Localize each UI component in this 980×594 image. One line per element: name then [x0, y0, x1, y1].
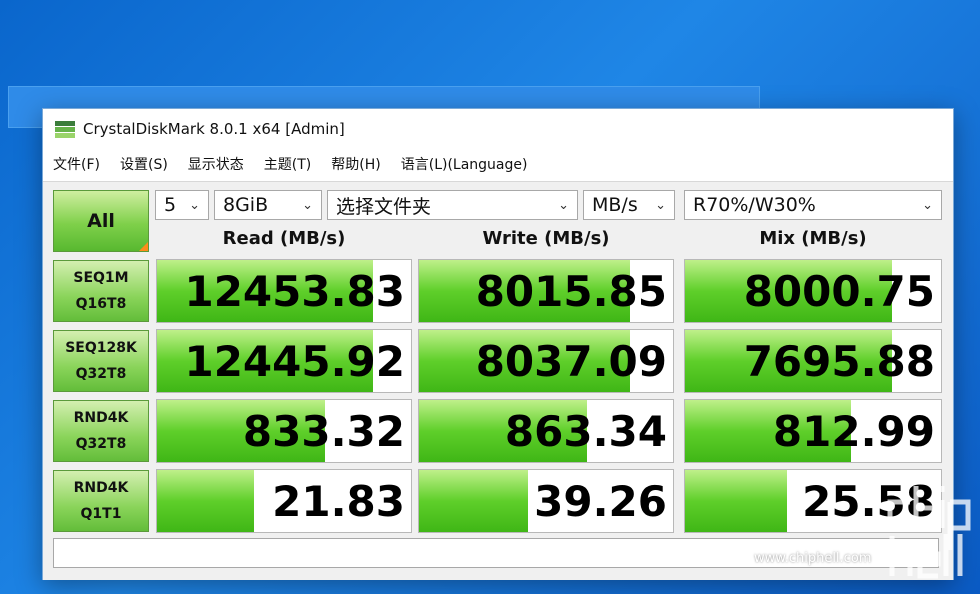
unit-value: MB/s	[592, 194, 638, 216]
result-cell-read: 12445.92	[156, 329, 412, 393]
mix-column-header: Mix (MB/s)	[759, 228, 867, 249]
result-cell-mix: 7695.88	[684, 329, 942, 393]
chevron-down-icon: ⌄	[922, 198, 933, 213]
test-params: Q1T1	[80, 506, 122, 522]
all-corner-marker	[139, 242, 148, 251]
result-cell-mix: 8000.75	[684, 259, 942, 323]
test-button-rnd4k-q1t1[interactable]: RND4K Q1T1	[53, 470, 149, 532]
count-value: 5	[164, 194, 177, 216]
all-button-label: All	[87, 210, 115, 232]
result-cell-read: 12453.83	[156, 259, 412, 323]
test-params: Q32T8	[75, 366, 127, 382]
crystaldiskmark-window: CrystalDiskMark 8.0.1 x64 [Admin] 文件(F) …	[42, 108, 954, 580]
unit-select[interactable]: MB/s ⌄	[583, 190, 675, 220]
menu-theme[interactable]: 主题(T)	[264, 154, 311, 174]
result-value: 12453.83	[184, 266, 405, 316]
test-params: Q32T8	[75, 436, 127, 452]
result-value: 863.34	[504, 406, 667, 456]
test-name: RND4K	[73, 480, 129, 496]
menu-settings[interactable]: 设置(S)	[120, 154, 168, 174]
result-value: 39.26	[534, 476, 667, 526]
menu-bar: 文件(F) 设置(S) 显示状态 主题(T) 帮助(H) 语言(L)(Langu…	[43, 149, 953, 179]
all-button[interactable]: All	[53, 190, 149, 252]
chevron-down-icon: ⌄	[655, 198, 666, 213]
result-cell-read: 833.32	[156, 399, 412, 463]
chevron-down-icon: ⌄	[302, 198, 313, 213]
mix-ratio-select[interactable]: R70%/W30% ⌄	[684, 190, 942, 220]
result-value: 7695.88	[743, 336, 935, 386]
test-name: RND4K	[73, 410, 129, 426]
result-cell-read: 21.83	[156, 469, 412, 533]
chevron-down-icon: ⌄	[558, 198, 569, 213]
result-cell-write: 8015.85	[418, 259, 674, 323]
test-params: Q16T8	[75, 296, 127, 312]
folder-select[interactable]: 选择文件夹 ⌄	[327, 190, 578, 220]
size-value: 8GiB	[223, 194, 269, 216]
test-button-seq128k-q32t8[interactable]: SEQ128K Q32T8	[53, 330, 149, 392]
window-title: CrystalDiskMark 8.0.1 x64 [Admin]	[83, 120, 345, 138]
app-icon	[55, 120, 75, 138]
menu-language[interactable]: 语言(L)(Language)	[401, 154, 528, 174]
result-value: 8000.75	[743, 266, 935, 316]
result-value: 12445.92	[184, 336, 405, 386]
result-bar	[685, 470, 788, 532]
test-name: SEQ128K	[65, 340, 137, 356]
menu-view[interactable]: 显示状态	[188, 154, 244, 174]
benchmark-panel: All 5 ⌄ 8GiB ⌄ 选择文件夹 ⌄ MB/s ⌄ R70%/W30% …	[43, 181, 953, 580]
result-value: 21.83	[272, 476, 405, 526]
mix-ratio-value: R70%/W30%	[693, 194, 816, 216]
result-bar	[157, 470, 254, 532]
test-button-seq1m-q16t8[interactable]: SEQ1M Q16T8	[53, 260, 149, 322]
read-column-header: Read (MB/s)	[222, 228, 346, 249]
test-name: SEQ1M	[73, 270, 129, 286]
result-cell-mix: 812.99	[684, 399, 942, 463]
size-select[interactable]: 8GiB ⌄	[214, 190, 322, 220]
result-cell-write: 39.26	[418, 469, 674, 533]
menu-file[interactable]: 文件(F)	[53, 154, 100, 174]
result-value: 8037.09	[475, 336, 667, 386]
folder-value: 选择文件夹	[336, 195, 432, 218]
result-cell-write: 8037.09	[418, 329, 674, 393]
title-bar: CrystalDiskMark 8.0.1 x64 [Admin]	[43, 109, 953, 149]
test-button-rnd4k-q32t8[interactable]: RND4K Q32T8	[53, 400, 149, 462]
chiphell-logo	[887, 486, 971, 579]
result-value: 8015.85	[475, 266, 667, 316]
write-column-header: Write (MB/s)	[482, 228, 610, 249]
chevron-down-icon: ⌄	[189, 198, 200, 213]
result-cell-write: 863.34	[418, 399, 674, 463]
result-value: 812.99	[772, 406, 935, 456]
result-value: 833.32	[242, 406, 405, 456]
result-bar	[419, 470, 529, 532]
count-select[interactable]: 5 ⌄	[155, 190, 209, 220]
menu-help[interactable]: 帮助(H)	[331, 154, 380, 174]
watermark-url: www.chiphell.com	[754, 551, 872, 566]
